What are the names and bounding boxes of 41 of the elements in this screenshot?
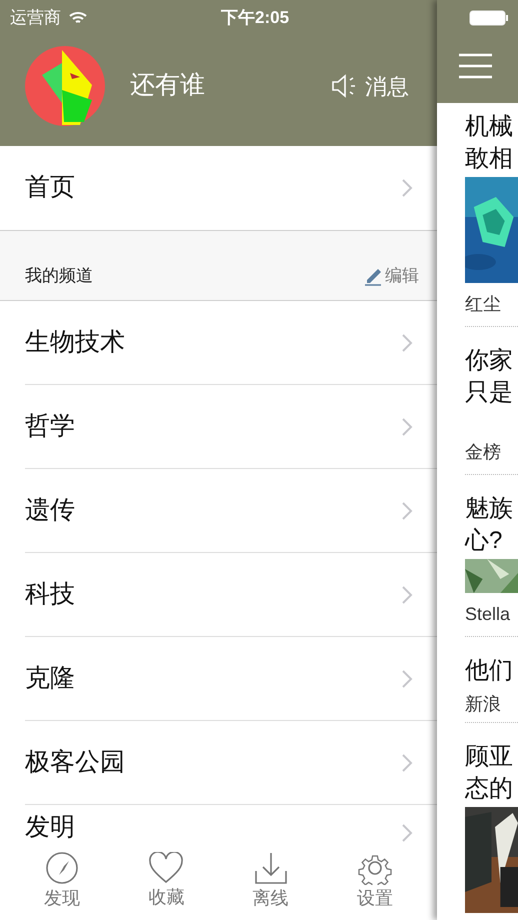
- tab-bar-item[interactable]: 发现: [27, 851, 98, 912]
- chevron-icon: [401, 823, 413, 843]
- article-source: 红尘: [465, 293, 502, 316]
- section-title: 我的频道: [25, 264, 93, 286]
- article-source: 金榜: [465, 441, 502, 464]
- carrier-text: 运营商: [10, 7, 61, 30]
- article-title[interactable]: 魅族: [465, 493, 518, 525]
- chevron-icon: [401, 500, 413, 520]
- user-name: 还有谁: [130, 70, 206, 102]
- status-time: 下午2:05: [221, 7, 290, 30]
- chevron-icon: [401, 668, 413, 688]
- article-title[interactable]: 机械: [465, 111, 518, 143]
- article-title[interactable]: 顾亚: [465, 741, 518, 773]
- chevron-icon: [401, 752, 413, 772]
- article-title[interactable]: 敢相: [465, 143, 518, 175]
- battery-icon: [469, 10, 509, 26]
- tab-bar-item[interactable]: 离线: [236, 851, 306, 912]
- chevron-icon: [401, 178, 413, 198]
- menu-icon: [459, 53, 492, 79]
- heart-icon: [148, 852, 184, 884]
- menu-button[interactable]: [459, 53, 492, 79]
- article-title[interactable]: 态的: [465, 773, 518, 805]
- article-title[interactable]: 你家: [465, 345, 518, 377]
- edit-button[interactable]: 编辑: [363, 262, 419, 288]
- article-title[interactable]: 他们: [465, 655, 518, 687]
- article-source: Stella: [465, 603, 512, 626]
- chevron-icon: [401, 332, 413, 352]
- chevron-icon: [401, 584, 413, 604]
- avatar-icon: [24, 45, 106, 127]
- article-title[interactable]: 只是: [465, 377, 518, 409]
- messages-button[interactable]: 消息: [331, 70, 409, 102]
- article-title[interactable]: 心?: [465, 525, 518, 557]
- download-icon: [254, 851, 288, 885]
- tab-bar-item[interactable]: 设置: [340, 851, 410, 912]
- compass-icon: [45, 851, 80, 885]
- wifi-icon: [69, 11, 87, 25]
- menu-item[interactable]: 首页: [0, 146, 437, 230]
- menu-item[interactable]: 发明: [25, 805, 437, 843]
- article-source: 新浪: [465, 693, 502, 716]
- chevron-icon: [401, 416, 413, 436]
- tab-bar-item[interactable]: 收藏: [131, 852, 202, 911]
